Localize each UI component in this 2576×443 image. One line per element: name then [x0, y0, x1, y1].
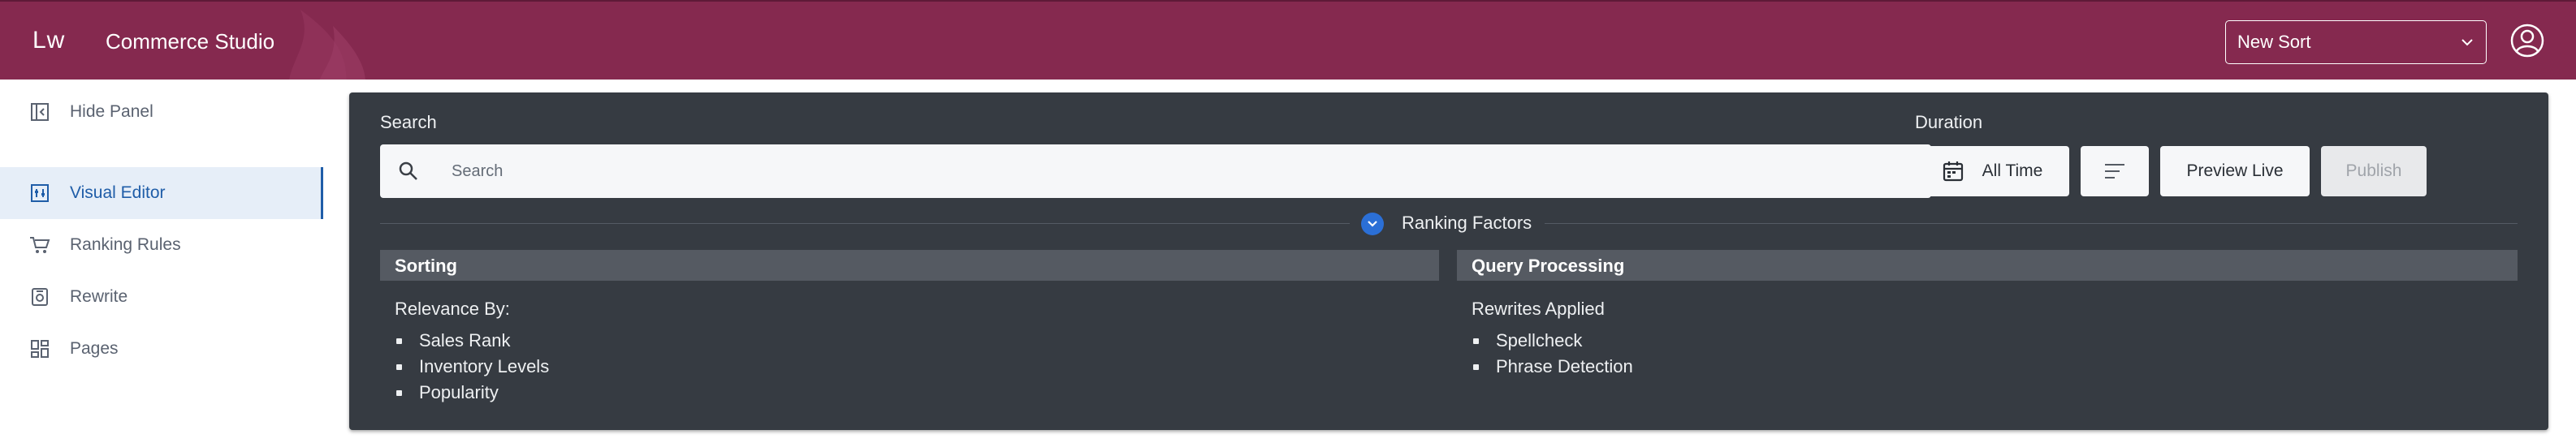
sorting-section-header: Sorting — [380, 250, 1439, 281]
list-item: Popularity — [395, 380, 549, 406]
sidebar-item-label: Hide Panel — [70, 102, 153, 121]
search-icon — [399, 161, 417, 180]
preview-live-button[interactable]: Preview Live — [2160, 146, 2310, 196]
cart-icon — [28, 233, 52, 257]
chevron-down-icon — [1368, 221, 1377, 227]
sidebar-item-label: Pages — [70, 339, 119, 358]
app-logo[interactable]: Lw — [32, 27, 65, 54]
visual-editor-icon — [28, 181, 52, 205]
sidebar-item-label: Rewrite — [70, 287, 128, 306]
sort-options-button[interactable] — [2081, 146, 2149, 196]
sidebar-item-hide-panel[interactable]: Hide Panel — [0, 86, 323, 138]
sidebar-item-label: Visual Editor — [70, 183, 166, 202]
list-item: Spellcheck — [1472, 328, 1633, 354]
app-title: Commerce Studio — [106, 29, 275, 54]
search-input[interactable] — [452, 161, 1913, 181]
hide-panel-icon — [28, 100, 52, 124]
search-field[interactable] — [380, 144, 1931, 198]
duration-button-label: All Time — [1982, 161, 2043, 180]
sorting-list: Sales Rank Inventory Levels Popularity — [395, 328, 549, 406]
sidebar: Hide Panel Visual Editor Ranking Rules R… — [0, 80, 325, 443]
sidebar-item-rewrite[interactable]: Rewrite — [0, 271, 323, 323]
ranking-factors-toggle[interactable] — [1361, 213, 1384, 235]
editor-panel: Search Duration All Time Preview Live Pu… — [349, 92, 2548, 430]
duration-button[interactable]: All Time — [1915, 146, 2069, 196]
sorting-subtitle: Relevance By: — [395, 299, 510, 319]
sidebar-item-pages[interactable]: Pages — [0, 323, 323, 375]
user-account-icon[interactable] — [2509, 23, 2545, 58]
list-item: Phrase Detection — [1472, 354, 1633, 380]
calendar-icon — [1943, 161, 1963, 182]
query-processing-subtitle: Rewrites Applied — [1472, 299, 1605, 319]
sidebar-item-label: Ranking Rules — [70, 235, 181, 254]
divider-right — [1545, 223, 2518, 224]
duration-label: Duration — [1915, 112, 1983, 132]
publish-button[interactable]: Publish — [2321, 146, 2427, 196]
divider-left — [380, 223, 1350, 224]
query-processing-list: Spellcheck Phrase Detection — [1472, 328, 1633, 380]
query-processing-section-header: Query Processing — [1457, 250, 2518, 281]
sidebar-item-ranking-rules[interactable]: Ranking Rules — [0, 219, 323, 271]
sort-lines-icon — [2105, 164, 2124, 178]
app-header: Lw Commerce Studio New Sort — [0, 0, 2576, 80]
sort-select-value: New Sort — [2237, 32, 2311, 52]
rewrite-icon — [28, 285, 52, 309]
list-item: Sales Rank — [395, 328, 549, 354]
sidebar-item-visual-editor[interactable]: Visual Editor — [0, 167, 323, 219]
ranking-factors-label: Ranking Factors — [1402, 213, 1532, 233]
sort-select[interactable]: New Sort — [2225, 20, 2487, 64]
search-label: Search — [380, 112, 437, 132]
chevron-down-icon — [2461, 39, 2473, 46]
pages-icon — [28, 337, 52, 361]
list-item: Inventory Levels — [395, 354, 549, 380]
